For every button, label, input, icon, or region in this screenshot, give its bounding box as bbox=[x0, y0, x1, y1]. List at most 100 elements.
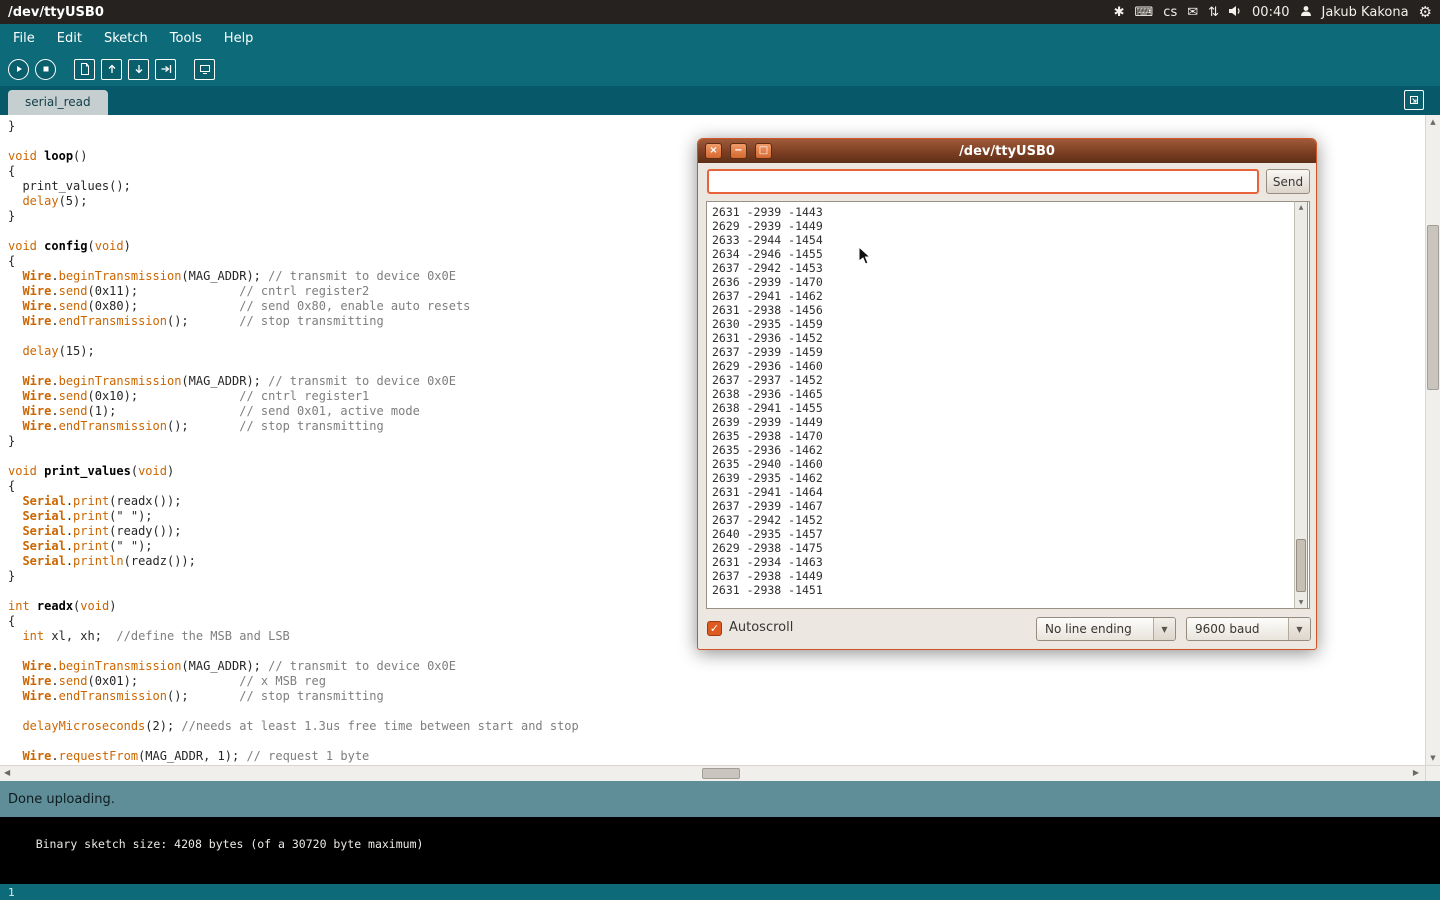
serial-line: 2631 -2936 -1452 bbox=[712, 331, 1293, 345]
serial-line: 2630 -2935 -1459 bbox=[712, 317, 1293, 331]
tab-menu-button[interactable] bbox=[1404, 90, 1424, 110]
scroll-down-icon[interactable]: ▼ bbox=[1426, 754, 1440, 762]
code-line: Wire.beginTransmission(MAG_ADDR); // tra… bbox=[8, 659, 1425, 674]
minimize-icon[interactable]: − bbox=[730, 143, 747, 159]
user-icon[interactable] bbox=[1300, 5, 1312, 20]
status-bar: Done uploading. bbox=[0, 781, 1440, 817]
serial-line: 2640 -2935 -1457 bbox=[712, 527, 1293, 541]
serial-line: 2637 -2939 -1459 bbox=[712, 345, 1293, 359]
save-button[interactable] bbox=[128, 59, 149, 80]
menu-file[interactable]: File bbox=[2, 24, 46, 52]
console: Binary sketch size: 4208 bytes (of a 307… bbox=[0, 817, 1440, 884]
code-line: } bbox=[8, 119, 1425, 134]
code-line: Wire.endTransmission(); // stop transmit… bbox=[8, 689, 1425, 704]
console-output: Binary sketch size: 4208 bytes (of a 307… bbox=[36, 837, 424, 851]
menu-edit[interactable]: Edit bbox=[46, 24, 93, 52]
serial-line: 2638 -2936 -1465 bbox=[712, 387, 1293, 401]
screen: /dev/ttyUSB0 ✱ ⌨ cs ✉ ⇅ 00:40 Jakub Kako… bbox=[0, 0, 1440, 900]
username[interactable]: Jakub Kakona bbox=[1322, 5, 1409, 20]
serial-monitor-titlebar[interactable]: × − □ /dev/ttyUSB0 bbox=[698, 139, 1316, 163]
new-sketch-button[interactable] bbox=[74, 59, 95, 80]
close-icon[interactable]: × bbox=[705, 143, 722, 159]
menu-bar: File Edit Sketch Tools Help bbox=[0, 24, 1440, 52]
top-panel: /dev/ttyUSB0 ✱ ⌨ cs ✉ ⇅ 00:40 Jakub Kako… bbox=[0, 0, 1440, 24]
serial-line: 2637 -2938 -1449 bbox=[712, 569, 1293, 583]
serial-line: 2639 -2939 -1449 bbox=[712, 415, 1293, 429]
send-button[interactable]: Send bbox=[1266, 169, 1310, 194]
scroll-up-icon[interactable]: ▲ bbox=[1426, 118, 1440, 126]
volume-icon[interactable] bbox=[1229, 5, 1242, 20]
active-window-title: /dev/ttyUSB0 bbox=[8, 5, 104, 20]
line-ending-value: No line ending bbox=[1037, 618, 1153, 640]
serial-line: 2634 -2946 -1455 bbox=[712, 247, 1293, 261]
code-line: Wire.send(0x01); // x MSB reg bbox=[8, 674, 1425, 689]
serial-line: 2631 -2934 -1463 bbox=[712, 555, 1293, 569]
serial-line: 2629 -2939 -1449 bbox=[712, 219, 1293, 233]
serial-line: 2639 -2935 -1462 bbox=[712, 471, 1293, 485]
serial-line: 2635 -2940 -1460 bbox=[712, 457, 1293, 471]
serial-line: 2636 -2939 -1470 bbox=[712, 275, 1293, 289]
sync-icon[interactable]: ✱ bbox=[1114, 6, 1125, 19]
autoscroll-checkbox[interactable]: ✓ bbox=[707, 621, 722, 636]
editor-vertical-scrollbar[interactable]: ▲ ▼ bbox=[1425, 115, 1440, 765]
serial-line: 2629 -2936 -1460 bbox=[712, 359, 1293, 373]
serial-line: 2631 -2938 -1451 bbox=[712, 583, 1293, 597]
serial-line: 2637 -2942 -1453 bbox=[712, 261, 1293, 275]
serial-line: 2631 -2938 -1456 bbox=[712, 303, 1293, 317]
menu-tools[interactable]: Tools bbox=[159, 24, 213, 52]
serial-line: 2637 -2942 -1452 bbox=[712, 513, 1293, 527]
clock[interactable]: 00:40 bbox=[1252, 5, 1289, 20]
line-indicator-strip: 1 bbox=[0, 884, 1440, 900]
serial-line: 2635 -2936 -1462 bbox=[712, 443, 1293, 457]
menu-help[interactable]: Help bbox=[213, 24, 265, 52]
stop-button[interactable] bbox=[35, 59, 56, 80]
verify-button[interactable] bbox=[8, 59, 29, 80]
serial-scrollbar[interactable]: ▲ ▼ bbox=[1294, 201, 1308, 609]
menu-sketch[interactable]: Sketch bbox=[93, 24, 159, 52]
serial-output-area: 2631 -2939 -14432629 -2939 -14492633 -29… bbox=[706, 201, 1310, 609]
gear-icon[interactable]: ⚙ bbox=[1419, 5, 1432, 20]
status-message: Done uploading. bbox=[8, 792, 115, 807]
code-line bbox=[8, 704, 1425, 719]
serial-line: 2633 -2944 -1454 bbox=[712, 233, 1293, 247]
chevron-down-icon[interactable]: ▼ bbox=[1153, 618, 1175, 640]
mouse-cursor bbox=[858, 246, 876, 266]
serial-monitor-button[interactable] bbox=[194, 59, 215, 80]
keyboard-icon[interactable]: ⌨ bbox=[1135, 6, 1154, 19]
serial-output: 2631 -2939 -14432629 -2939 -14492633 -29… bbox=[712, 205, 1293, 597]
open-button[interactable] bbox=[101, 59, 122, 80]
serial-line: 2631 -2939 -1443 bbox=[712, 205, 1293, 219]
network-icon[interactable]: ⇅ bbox=[1208, 6, 1219, 19]
serial-line: 2635 -2938 -1470 bbox=[712, 429, 1293, 443]
scroll-right-icon[interactable]: ▶ bbox=[1413, 768, 1419, 777]
serial-monitor-window: × − □ /dev/ttyUSB0 Send 2631 -2939 -1443… bbox=[697, 138, 1317, 650]
line-ending-select[interactable]: No line ending ▼ bbox=[1036, 617, 1176, 641]
serial-line: 2638 -2941 -1455 bbox=[712, 401, 1293, 415]
toolbar bbox=[0, 52, 1440, 86]
line-number: 1 bbox=[8, 886, 15, 899]
scroll-left-icon[interactable]: ◀ bbox=[4, 768, 10, 777]
baud-rate-value: 9600 baud bbox=[1187, 618, 1288, 640]
code-line: Wire.requestFrom(MAG_ADDR, 1); // reques… bbox=[8, 749, 1425, 764]
upload-button[interactable] bbox=[155, 59, 176, 80]
chevron-down-icon[interactable]: ▼ bbox=[1288, 618, 1310, 640]
code-line bbox=[8, 734, 1425, 749]
keyboard-layout-label[interactable]: cs bbox=[1163, 5, 1177, 20]
baud-rate-select[interactable]: 9600 baud ▼ bbox=[1186, 617, 1311, 641]
serial-line: 2637 -2941 -1462 bbox=[712, 289, 1293, 303]
serial-input[interactable] bbox=[707, 169, 1259, 194]
serial-scroll-thumb[interactable] bbox=[1296, 539, 1306, 592]
tab-serial-read[interactable]: serial_read bbox=[8, 90, 108, 115]
scroll-up-icon[interactable]: ▲ bbox=[1295, 204, 1307, 211]
serial-line: 2637 -2937 -1452 bbox=[712, 373, 1293, 387]
editor-horizontal-scrollbar[interactable]: ◀ ▶ bbox=[0, 765, 1425, 781]
scroll-down-icon[interactable]: ▼ bbox=[1295, 599, 1307, 606]
autoscroll-label: Autoscroll bbox=[729, 620, 793, 635]
serial-monitor-title: /dev/ttyUSB0 bbox=[959, 144, 1055, 159]
serial-line: 2637 -2939 -1467 bbox=[712, 499, 1293, 513]
mail-icon[interactable]: ✉ bbox=[1187, 6, 1198, 19]
scrollbar-corner bbox=[1425, 765, 1440, 781]
horizontal-scroll-thumb[interactable] bbox=[702, 768, 740, 779]
maximize-icon[interactable]: □ bbox=[755, 143, 772, 159]
vertical-scroll-thumb[interactable] bbox=[1427, 225, 1439, 390]
